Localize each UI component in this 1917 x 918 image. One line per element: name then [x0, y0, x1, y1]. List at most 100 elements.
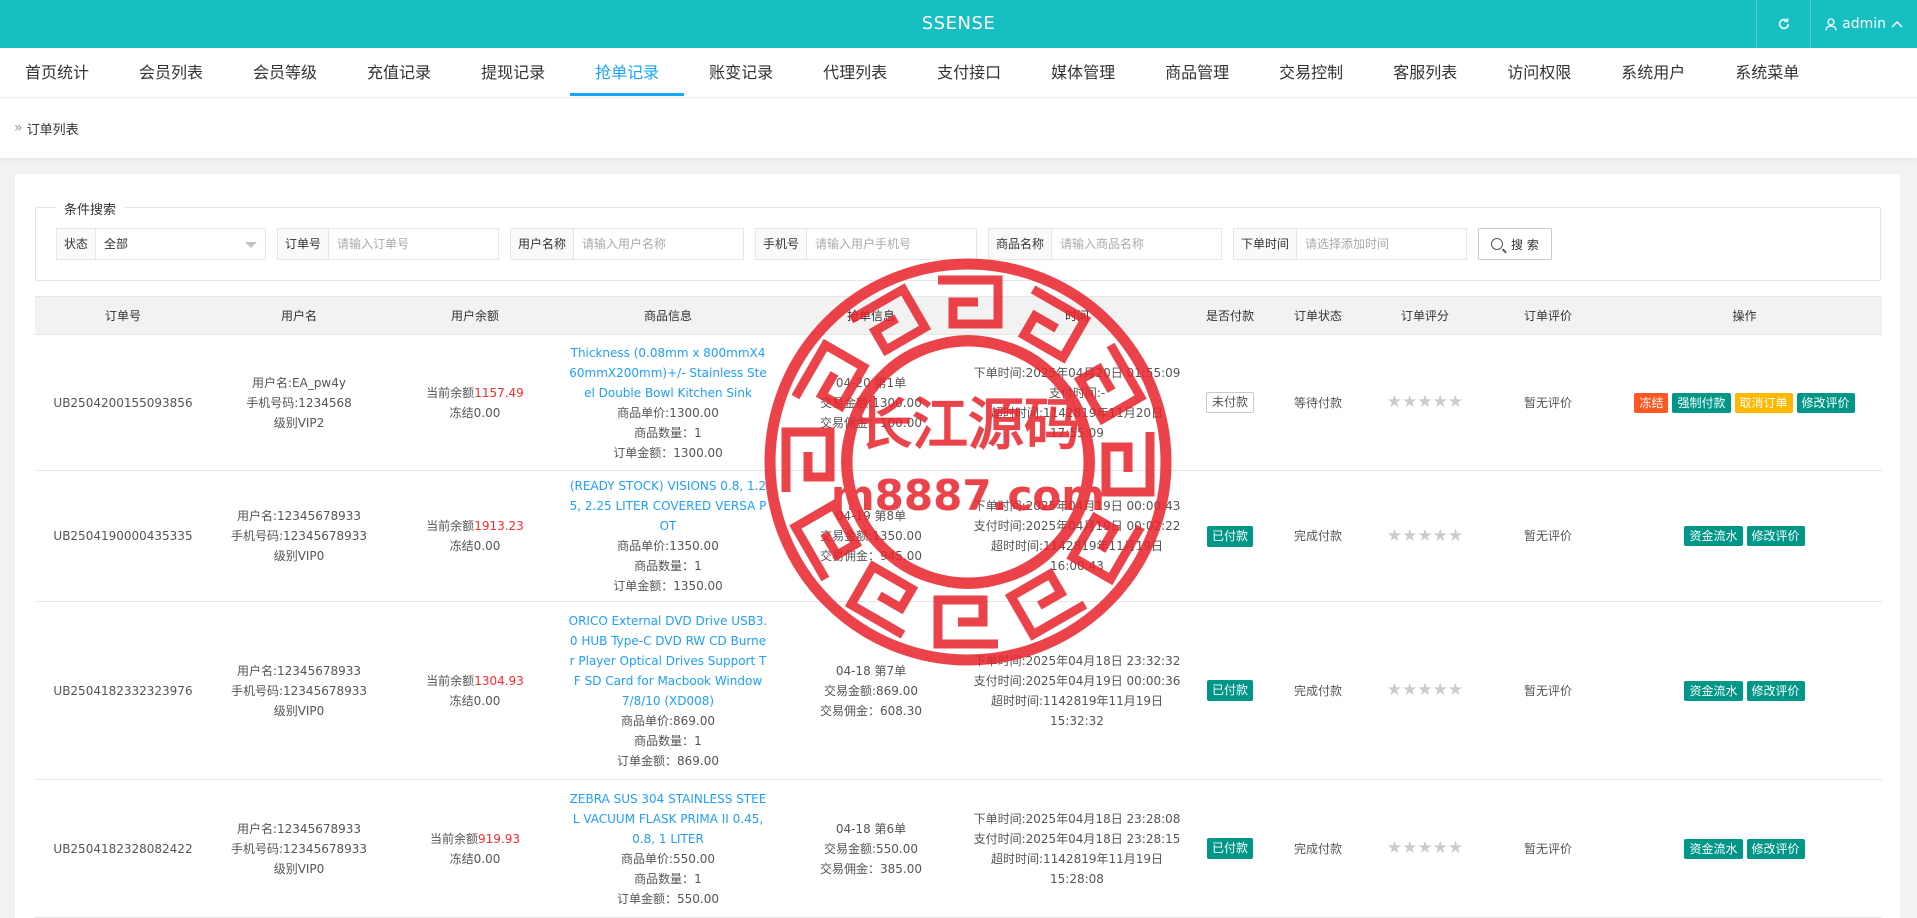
nav-tab-2[interactable]: 会员等级	[228, 48, 342, 98]
cell-time: 下单时间:2025年04月19日 00:00:43 支付时间:2025年04月19…	[969, 470, 1185, 602]
order-number: UB2504200155093856	[53, 395, 193, 410]
order-status: 完成付款	[1293, 683, 1342, 698]
action-button[interactable]: 资金流水	[1684, 838, 1743, 859]
grab-line: 04-19 第8单	[835, 509, 907, 523]
cell-status: 等待付款	[1275, 334, 1361, 471]
cell-grab: 04-18 第6单 交易金额:550.00 交易佣金：385.00	[773, 779, 969, 918]
nav-tab-1[interactable]: 会员列表	[114, 48, 228, 98]
action-button[interactable]: 冻结	[1634, 392, 1669, 413]
cell-balance: 当前余额919.93 冻结0.00	[387, 779, 563, 918]
time-input[interactable]: 请选择添加时间	[1297, 229, 1397, 259]
user-line: 级别VIP0	[273, 703, 325, 718]
user-line: 手机号码:1234568	[246, 395, 352, 410]
balance-prefix: 当前余额	[429, 831, 478, 846]
product-price: 商品单价:550.00	[620, 851, 716, 866]
nav-tab-13[interactable]: 访问权限	[1482, 48, 1596, 98]
cell-product: ZEBRA SUS 304 STAINLESS STEEL VACUUM FLA…	[563, 779, 773, 918]
search-button[interactable]: 搜 索	[1478, 228, 1552, 260]
order-filter: 订单号 请输入订单号	[277, 228, 499, 260]
order-status: 完成付款	[1293, 529, 1342, 543]
cell-balance: 当前余额1304.93 冻结0.00	[387, 601, 563, 780]
order-review: 暂无评价	[1523, 841, 1572, 856]
refresh-button[interactable]	[1756, 0, 1810, 48]
search-button-label: 搜 索	[1511, 237, 1539, 252]
cell-actions: 冻结 强制付款 取消订单 修改评价	[1607, 334, 1882, 471]
action-button[interactable]: 修改评价	[1746, 680, 1805, 701]
user-line: 用户名:12345678933	[236, 821, 362, 836]
grab-line: 04-18 第6单	[835, 821, 907, 836]
nav-tab-14[interactable]: 系统用户	[1596, 48, 1710, 98]
time-line: 下单时间:2025年04月18日 23:32:32	[973, 653, 1181, 668]
nav-tab-8[interactable]: 支付接口	[912, 48, 1026, 98]
unpaid-badge: 未付款	[1205, 392, 1254, 413]
user-line: 级别VIP2	[273, 415, 325, 430]
column-header: 是否付款	[1185, 296, 1275, 335]
paid-badge: 已付款	[1206, 680, 1253, 701]
status-select[interactable]: 全部	[96, 229, 265, 259]
cell-order-no: UB2504190000435335	[35, 470, 211, 602]
product-name[interactable]: (READY STOCK) VISIONS 0.8, 1.25, 2.25 LI…	[568, 476, 768, 536]
nav-tab-10[interactable]: 商品管理	[1140, 48, 1254, 98]
cell-time: 下单时间:2025年04月18日 23:28:08 支付时间:2025年04月18…	[969, 779, 1185, 918]
chevron-up-icon	[1891, 20, 1903, 28]
cell-user: 用户名:12345678933 手机号码:12345678933 级别VIP0	[211, 601, 387, 780]
star-rating: ★★★★★	[1386, 838, 1464, 858]
column-header: 抢单信息	[773, 296, 969, 335]
time-line: 超时时间:1142819年11月19日 15:32:32	[990, 693, 1164, 728]
cell-order-no: UB2504200155093856	[35, 334, 211, 471]
search-icon	[1491, 238, 1503, 250]
nav-tab-6[interactable]: 账变记录	[684, 48, 798, 98]
grab-line: 交易金额:1300.00	[820, 395, 922, 410]
action-button[interactable]: 资金流水	[1684, 680, 1743, 701]
phone-label: 手机号	[756, 229, 808, 259]
phone-input[interactable]: 请输入用户手机号	[807, 229, 919, 259]
order-status: 等待付款	[1293, 395, 1342, 410]
user-menu[interactable]: admin	[1810, 0, 1917, 48]
product-name[interactable]: ZEBRA SUS 304 STAINLESS STEEL VACUUM FLA…	[568, 789, 768, 849]
username-filter: 用户名称 请输入用户名称	[510, 228, 744, 260]
action-button[interactable]: 资金流水	[1684, 526, 1743, 546]
user-name: admin	[1842, 16, 1886, 32]
action-button[interactable]: 强制付款	[1672, 392, 1731, 413]
nav-tab-0[interactable]: 首页统计	[0, 48, 114, 98]
nav-tab-5[interactable]: 抢单记录	[570, 48, 685, 98]
frozen-value: 冻结0.00	[449, 405, 501, 420]
nav-tab-11[interactable]: 交易控制	[1254, 48, 1368, 98]
cell-actions: 资金流水 修改评价	[1607, 470, 1882, 602]
product-input[interactable]: 请输入商品名称	[1052, 229, 1152, 259]
action-button[interactable]: 取消订单	[1734, 392, 1793, 413]
product-name[interactable]: ORICO External DVD Drive USB3.0 HUB Type…	[568, 611, 768, 711]
action-button[interactable]: 修改评价	[1796, 392, 1855, 413]
frozen-value: 冻结0.00	[449, 693, 501, 708]
grab-line: 04-18 第7单	[835, 663, 907, 678]
balance-value: 1304.93	[474, 673, 524, 688]
cell-product: (READY STOCK) VISIONS 0.8, 1.25, 2.25 LI…	[563, 470, 773, 602]
column-header: 订单评分	[1361, 296, 1489, 335]
column-header: 订单评价	[1489, 296, 1607, 335]
nav-tab-9[interactable]: 媒体管理	[1026, 48, 1140, 98]
cell-rating: ★★★★★	[1361, 334, 1489, 471]
breadcrumb-current: 订单列表	[26, 122, 79, 138]
cell-grab: 04-18 第7单 交易金额:869.00 交易佣金：608.30	[773, 601, 969, 780]
nav-tab-7[interactable]: 代理列表	[798, 48, 912, 98]
action-button[interactable]: 修改评价	[1746, 838, 1805, 859]
order-input[interactable]: 请输入订单号	[329, 229, 417, 259]
nav-tab-12[interactable]: 客服列表	[1368, 48, 1482, 98]
cell-paid: 已付款	[1185, 779, 1275, 918]
table-row: UB2504182328082422 用户名:12345678933 手机号码:1…	[35, 779, 1882, 918]
phone-filter: 手机号 请输入用户手机号	[755, 228, 977, 260]
double-chevron-right-icon: »	[14, 120, 23, 136]
product-filter: 商品名称 请输入商品名称	[988, 228, 1222, 260]
cell-paid: 已付款	[1185, 601, 1275, 780]
product-qty: 商品数量：1	[634, 425, 702, 440]
nav-tab-3[interactable]: 充值记录	[342, 48, 456, 98]
username-input[interactable]: 请输入用户名称	[574, 229, 674, 259]
order-review: 暂无评价	[1523, 683, 1572, 698]
frozen-value: 冻结0.00	[449, 539, 501, 553]
nav-tab-15[interactable]: 系统菜单	[1710, 48, 1824, 98]
product-name[interactable]: Thickness (0.08mm x 800mmX460mmX200mm)+/…	[568, 343, 768, 403]
action-button[interactable]: 修改评价	[1746, 526, 1805, 546]
nav-tab-4[interactable]: 提现记录	[456, 48, 570, 98]
cell-product: ORICO External DVD Drive USB3.0 HUB Type…	[563, 601, 773, 780]
column-header: 商品信息	[563, 296, 773, 335]
